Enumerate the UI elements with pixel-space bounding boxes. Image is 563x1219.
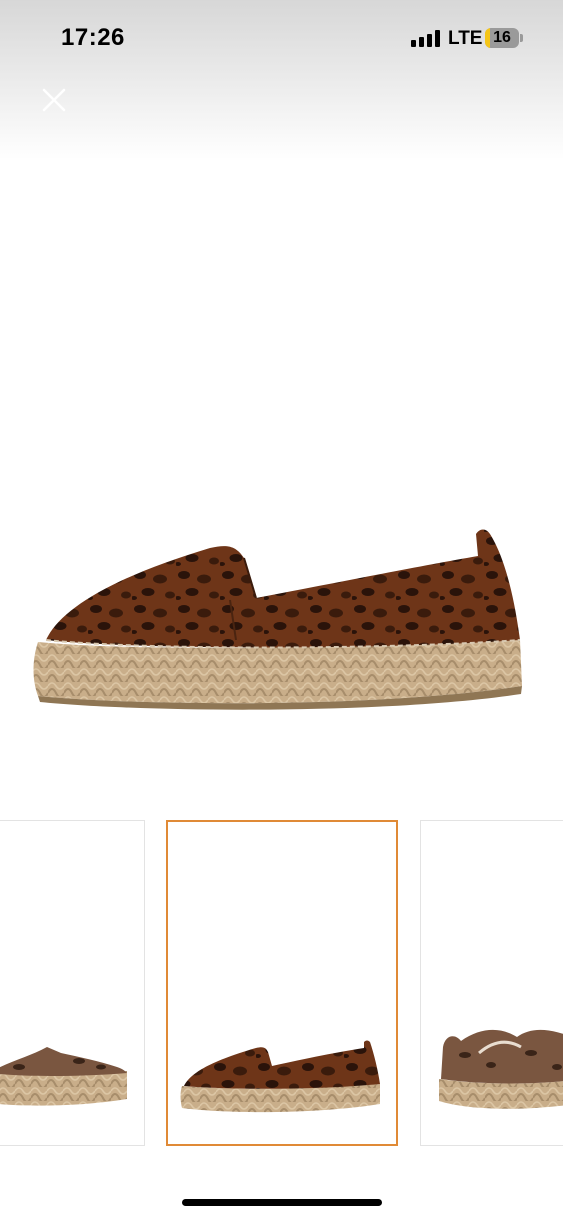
sole [33,640,522,704]
network-type: LTE [448,28,483,49]
thumbnail-image-1 [0,1047,127,1106]
battery-icon: 16 [485,28,519,48]
thumbnail-2[interactable] [166,820,398,1146]
status-bar: 17:26 LTE 16 [0,0,563,76]
battery-cap [520,34,523,42]
upper [46,529,520,648]
status-time: 17:26 [61,24,125,51]
signal-icon [411,30,441,47]
thumbnail-image-3 [439,1029,563,1109]
home-indicator[interactable] [182,1199,382,1206]
main-product-image [33,529,522,710]
close-button[interactable] [38,84,70,116]
thumbnail-3[interactable] [420,820,563,1146]
thumbnail-image-2 [180,1040,380,1113]
close-icon [42,88,66,112]
battery-level: 16 [493,29,511,46]
thumbnail-1[interactable] [0,820,145,1146]
